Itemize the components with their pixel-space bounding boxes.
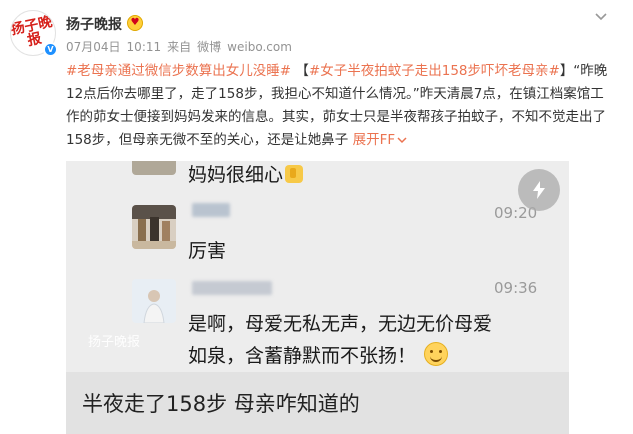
source-domain: weibo.com (227, 40, 292, 54)
video-play-button[interactable] (518, 169, 560, 211)
post-image-chat-screenshot[interactable]: 妈妈很细心 09:20 厉害 09:36 是啊，母爱无私无声，无边无价母爱 如泉… (66, 161, 569, 434)
image-caption: 半夜走了158步 母亲咋知道的 (82, 392, 360, 416)
chat-message-1: 妈妈很细心 (188, 161, 304, 187)
chat-message-3-line-2: 如泉，含蓄静默而不张扬！ (188, 341, 449, 368)
chat-message-2: 厉害 (188, 240, 227, 262)
fan-badge-icon[interactable]: ♥ (127, 15, 143, 31)
chat-message-1-text: 妈妈很细心 (188, 164, 284, 186)
blurred-sender-name (192, 203, 230, 217)
chat-avatar-2 (132, 205, 176, 249)
thumbs-up-icon (285, 165, 304, 183)
topic-link-1[interactable]: #老母亲通过微信步数算出女儿没睡# (66, 63, 291, 79)
verified-icon: V (43, 42, 58, 57)
author-name[interactable]: 扬子晚报 (66, 14, 122, 34)
expand-label: 展开FF (352, 132, 396, 148)
chat-message-3-line-2-text: 如泉，含蓄静默而不张扬！ (188, 345, 417, 367)
chevron-down-icon[interactable] (593, 8, 609, 24)
bracket-open: 【 (295, 63, 309, 79)
chevron-down-icon (397, 137, 407, 144)
expand-link[interactable]: 展开FF (353, 132, 408, 148)
image-caption-bar: 半夜走了158步 母亲咋知道的 (66, 372, 569, 434)
topic-link-2[interactable]: #女子半夜拍蚊子走出158步吓坏老母亲# (309, 63, 560, 79)
chat-time-3: 09:36 (494, 279, 538, 297)
blurred-sender-name (192, 281, 272, 295)
author-avatar-wrapper[interactable]: 扬子晚报 V (10, 10, 58, 57)
weibo-post-card: 扬子晚报 V 扬子晚报 ♥ 07月04日 10:11 来自 微博 weibo.com #… (0, 0, 633, 434)
post-time: 10:11 (126, 40, 162, 54)
post-source[interactable]: 微博 (197, 40, 221, 54)
chat-message-3-line-1: 是啊，母爱无私无声，无边无价母爱 (188, 313, 493, 335)
chat-avatar-mom (132, 161, 176, 175)
chat-avatar-3 (132, 279, 176, 323)
smile-emoji-icon (424, 342, 449, 366)
post-meta: 07月04日 10:11 来自 微博 weibo.com (66, 38, 298, 55)
post-date[interactable]: 07月04日 (66, 40, 121, 54)
lightning-icon (533, 181, 545, 199)
image-watermark: 扬子晚报 (88, 335, 141, 350)
post-text: #老母亲通过微信步数算出女儿没睡# 【#女子半夜拍蚊子走出158步吓坏老母亲#】… (66, 60, 614, 152)
source-prefix: 来自 (167, 40, 192, 54)
